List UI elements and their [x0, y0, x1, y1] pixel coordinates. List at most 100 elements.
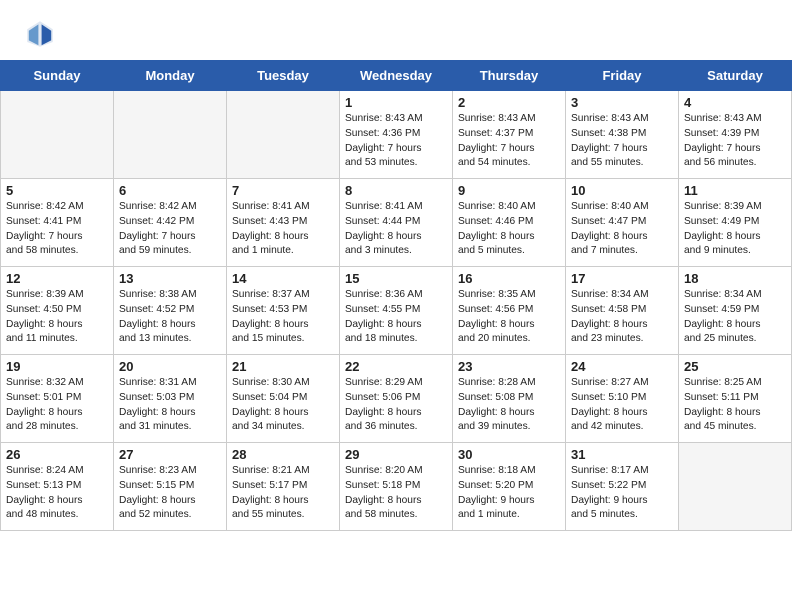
- calendar-cell: 8 Sunrise: 8:41 AM Sunset: 4:44 PM Daylig…: [340, 179, 453, 267]
- calendar-cell: [1, 91, 114, 179]
- day-number: 17: [571, 271, 673, 286]
- calendar-cell: 30 Sunrise: 8:18 AM Sunset: 5:20 PM Dayli…: [453, 443, 566, 531]
- day-info: Sunrise: 8:42 AM Sunset: 4:41 PM Dayligh…: [6, 200, 108, 259]
- day-number: 24: [571, 359, 673, 374]
- calendar-cell: 12Sunrise: 8:39 AM Sunset: 4:50 PM Dayli…: [1, 267, 114, 355]
- day-number: 7: [232, 183, 334, 198]
- day-info: Sunrise: 8:28 AM Sunset: 5:08 PM Dayligh…: [458, 376, 560, 435]
- day-info: Sunrise: 8:37 AM Sunset: 4:53 PM Dayligh…: [232, 288, 334, 347]
- week-row-1: 1Sunrise: 8:43 AM Sunset: 4:36 PM Daylig…: [1, 91, 792, 179]
- week-row-3: 12Sunrise: 8:39 AM Sunset: 4:50 PM Dayli…: [1, 267, 792, 355]
- calendar-cell: 19Sunrise: 8:32 AM Sunset: 5:01 PM Dayli…: [1, 355, 114, 443]
- calendar-cell: [114, 91, 227, 179]
- calendar-cell: 23 Sunrise: 8:28 AM Sunset: 5:08 PM Dayli…: [453, 355, 566, 443]
- logo: [24, 18, 62, 50]
- day-info: Sunrise: 8:23 AM Sunset: 5:15 PM Dayligh…: [119, 464, 221, 523]
- page-header: [0, 0, 792, 60]
- calendar-cell: 18 Sunrise: 8:34 AM Sunset: 4:59 PM Dayli…: [679, 267, 792, 355]
- day-number: 25: [684, 359, 786, 374]
- calendar-cell: 29 Sunrise: 8:20 AM Sunset: 5:18 PM Dayli…: [340, 443, 453, 531]
- day-number: 3: [571, 95, 673, 110]
- header-day-friday: Friday: [566, 61, 679, 91]
- week-row-4: 19Sunrise: 8:32 AM Sunset: 5:01 PM Dayli…: [1, 355, 792, 443]
- day-number: 26: [6, 447, 108, 462]
- day-info: Sunrise: 8:34 AM Sunset: 4:59 PM Dayligh…: [684, 288, 786, 347]
- day-number: 13: [119, 271, 221, 286]
- day-info: Sunrise: 8:43 AM Sunset: 4:37 PM Dayligh…: [458, 112, 560, 171]
- day-info: Sunrise: 8:29 AM Sunset: 5:06 PM Dayligh…: [345, 376, 447, 435]
- day-info: Sunrise: 8:24 AM Sunset: 5:13 PM Dayligh…: [6, 464, 108, 523]
- header-day-sunday: Sunday: [1, 61, 114, 91]
- day-number: 8: [345, 183, 447, 198]
- day-number: 9: [458, 183, 560, 198]
- day-number: 4: [684, 95, 786, 110]
- day-number: 16: [458, 271, 560, 286]
- day-number: 15: [345, 271, 447, 286]
- day-info: Sunrise: 8:38 AM Sunset: 4:52 PM Dayligh…: [119, 288, 221, 347]
- calendar-cell: 22 Sunrise: 8:29 AM Sunset: 5:06 PM Dayli…: [340, 355, 453, 443]
- calendar-cell: 27 Sunrise: 8:23 AM Sunset: 5:15 PM Dayli…: [114, 443, 227, 531]
- day-number: 11: [684, 183, 786, 198]
- header-day-thursday: Thursday: [453, 61, 566, 91]
- week-row-5: 26 Sunrise: 8:24 AM Sunset: 5:13 PM Dayli…: [1, 443, 792, 531]
- day-info: Sunrise: 8:35 AM Sunset: 4:56 PM Dayligh…: [458, 288, 560, 347]
- day-number: 22: [345, 359, 447, 374]
- day-number: 28: [232, 447, 334, 462]
- header-day-monday: Monday: [114, 61, 227, 91]
- week-row-2: 5 Sunrise: 8:42 AM Sunset: 4:41 PM Daylig…: [1, 179, 792, 267]
- logo-icon: [24, 18, 56, 50]
- calendar-header-row: SundayMondayTuesdayWednesdayThursdayFrid…: [1, 61, 792, 91]
- day-number: 29: [345, 447, 447, 462]
- calendar-cell: 25 Sunrise: 8:25 AM Sunset: 5:11 PM Dayli…: [679, 355, 792, 443]
- header-day-saturday: Saturday: [679, 61, 792, 91]
- day-info: Sunrise: 8:20 AM Sunset: 5:18 PM Dayligh…: [345, 464, 447, 523]
- day-info: Sunrise: 8:41 AM Sunset: 4:44 PM Dayligh…: [345, 200, 447, 259]
- day-number: 30: [458, 447, 560, 462]
- day-number: 6: [119, 183, 221, 198]
- calendar-cell: 6 Sunrise: 8:42 AM Sunset: 4:42 PM Daylig…: [114, 179, 227, 267]
- day-info: Sunrise: 8:27 AM Sunset: 5:10 PM Dayligh…: [571, 376, 673, 435]
- calendar-cell: 5 Sunrise: 8:42 AM Sunset: 4:41 PM Daylig…: [1, 179, 114, 267]
- day-info: Sunrise: 8:43 AM Sunset: 4:36 PM Dayligh…: [345, 112, 447, 171]
- day-info: Sunrise: 8:17 AM Sunset: 5:22 PM Dayligh…: [571, 464, 673, 523]
- calendar-cell: 10 Sunrise: 8:40 AM Sunset: 4:47 PM Dayli…: [566, 179, 679, 267]
- day-info: Sunrise: 8:32 AM Sunset: 5:01 PM Dayligh…: [6, 376, 108, 435]
- calendar-table: SundayMondayTuesdayWednesdayThursdayFrid…: [0, 60, 792, 531]
- day-info: Sunrise: 8:34 AM Sunset: 4:58 PM Dayligh…: [571, 288, 673, 347]
- day-number: 2: [458, 95, 560, 110]
- day-number: 5: [6, 183, 108, 198]
- calendar-cell: 24 Sunrise: 8:27 AM Sunset: 5:10 PM Dayli…: [566, 355, 679, 443]
- day-info: Sunrise: 8:43 AM Sunset: 4:38 PM Dayligh…: [571, 112, 673, 171]
- day-info: Sunrise: 8:40 AM Sunset: 4:47 PM Dayligh…: [571, 200, 673, 259]
- day-info: Sunrise: 8:42 AM Sunset: 4:42 PM Dayligh…: [119, 200, 221, 259]
- day-info: Sunrise: 8:21 AM Sunset: 5:17 PM Dayligh…: [232, 464, 334, 523]
- day-number: 20: [119, 359, 221, 374]
- day-info: Sunrise: 8:40 AM Sunset: 4:46 PM Dayligh…: [458, 200, 560, 259]
- day-number: 23: [458, 359, 560, 374]
- day-info: Sunrise: 8:41 AM Sunset: 4:43 PM Dayligh…: [232, 200, 334, 259]
- day-number: 31: [571, 447, 673, 462]
- day-info: Sunrise: 8:36 AM Sunset: 4:55 PM Dayligh…: [345, 288, 447, 347]
- calendar-cell: 1Sunrise: 8:43 AM Sunset: 4:36 PM Daylig…: [340, 91, 453, 179]
- day-info: Sunrise: 8:39 AM Sunset: 4:50 PM Dayligh…: [6, 288, 108, 347]
- day-info: Sunrise: 8:18 AM Sunset: 5:20 PM Dayligh…: [458, 464, 560, 523]
- calendar-cell: 21Sunrise: 8:30 AM Sunset: 5:04 PM Dayli…: [227, 355, 340, 443]
- calendar-cell: [227, 91, 340, 179]
- header-day-tuesday: Tuesday: [227, 61, 340, 91]
- day-number: 10: [571, 183, 673, 198]
- calendar-cell: 17 Sunrise: 8:34 AM Sunset: 4:58 PM Dayli…: [566, 267, 679, 355]
- calendar-cell: 28 Sunrise: 8:21 AM Sunset: 5:17 PM Dayli…: [227, 443, 340, 531]
- calendar-cell: 11Sunrise: 8:39 AM Sunset: 4:49 PM Dayli…: [679, 179, 792, 267]
- day-number: 27: [119, 447, 221, 462]
- calendar-cell: 3 Sunrise: 8:43 AM Sunset: 4:38 PM Daylig…: [566, 91, 679, 179]
- calendar-cell: 13 Sunrise: 8:38 AM Sunset: 4:52 PM Dayli…: [114, 267, 227, 355]
- calendar-cell: 7 Sunrise: 8:41 AM Sunset: 4:43 PM Daylig…: [227, 179, 340, 267]
- day-info: Sunrise: 8:30 AM Sunset: 5:04 PM Dayligh…: [232, 376, 334, 435]
- calendar-cell: 20Sunrise: 8:31 AM Sunset: 5:03 PM Dayli…: [114, 355, 227, 443]
- day-info: Sunrise: 8:25 AM Sunset: 5:11 PM Dayligh…: [684, 376, 786, 435]
- calendar-cell: 26 Sunrise: 8:24 AM Sunset: 5:13 PM Dayli…: [1, 443, 114, 531]
- calendar-cell: 4Sunrise: 8:43 AM Sunset: 4:39 PM Daylig…: [679, 91, 792, 179]
- calendar-cell: 9 Sunrise: 8:40 AM Sunset: 4:46 PM Daylig…: [453, 179, 566, 267]
- day-number: 18: [684, 271, 786, 286]
- header-day-wednesday: Wednesday: [340, 61, 453, 91]
